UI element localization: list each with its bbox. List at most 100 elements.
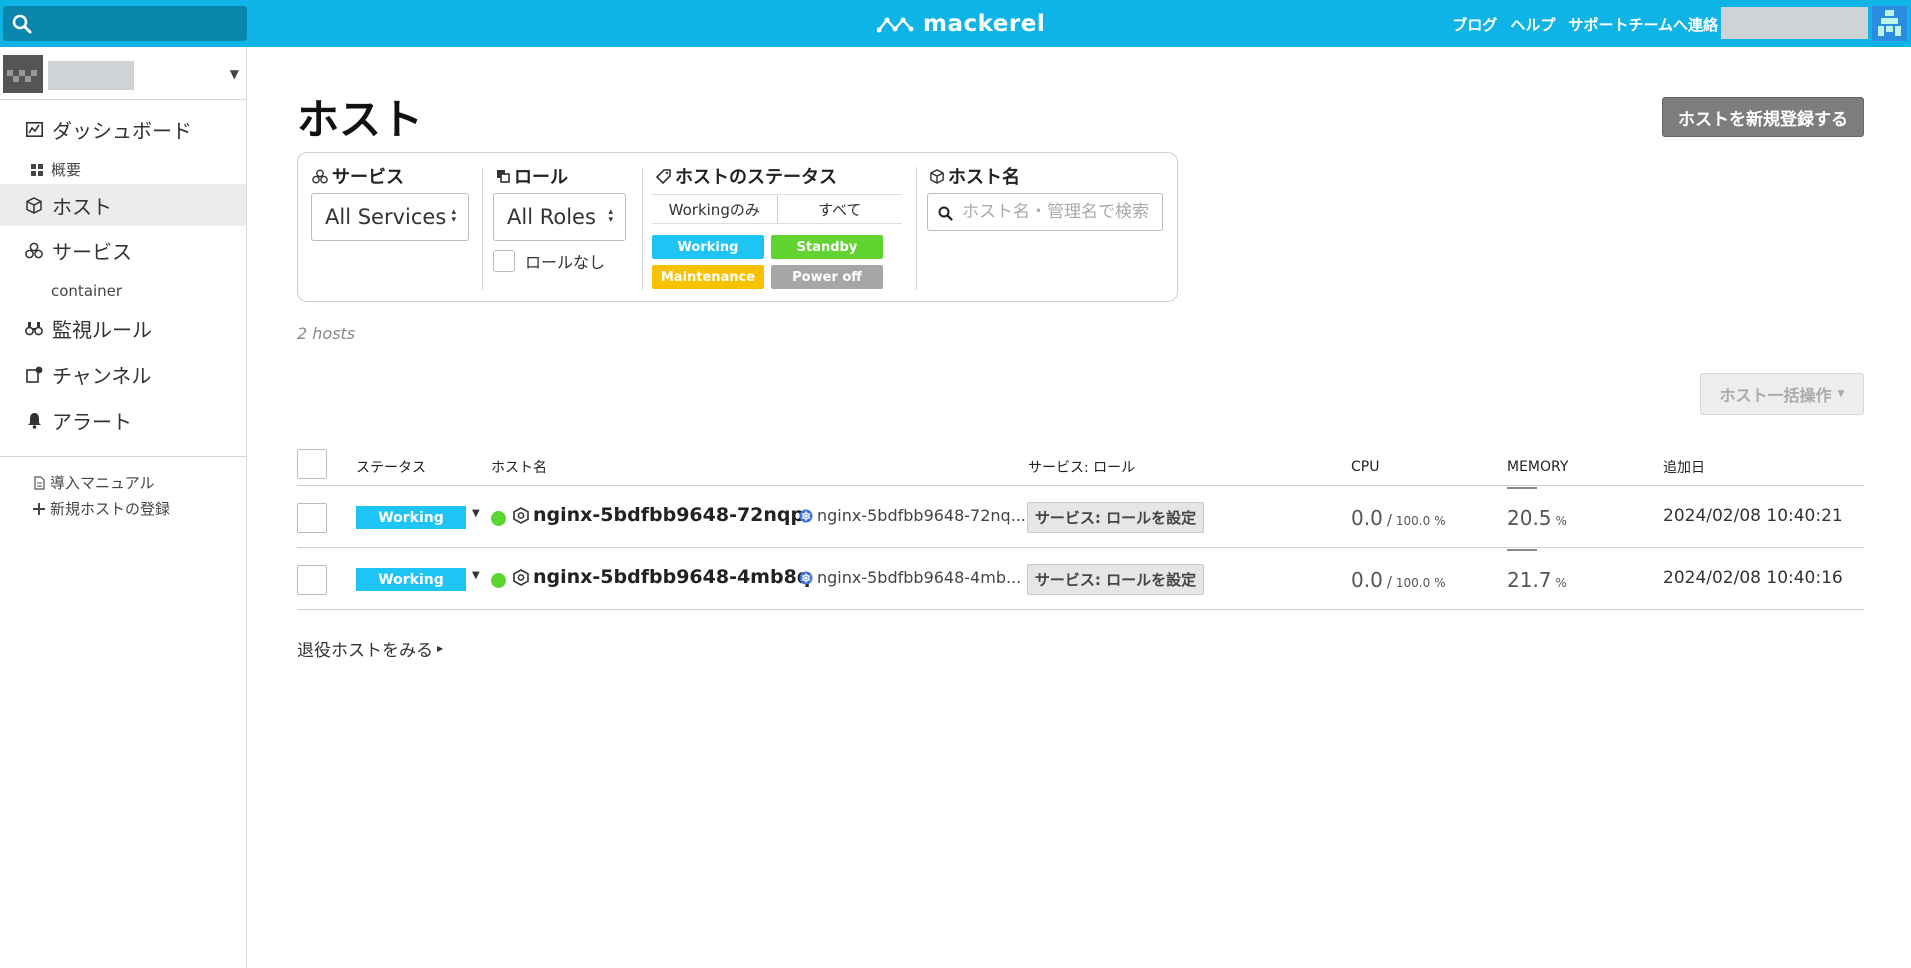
logo-mark-icon bbox=[877, 17, 914, 32]
hexagon-icon bbox=[513, 506, 529, 524]
host-alias: nginx-5bdfbb9648-72nq... bbox=[799, 506, 1026, 525]
caret-down-icon: ▼ bbox=[229, 67, 239, 81]
no-role-checkbox[interactable] bbox=[493, 250, 515, 272]
link-label: 新規ホストの登録 bbox=[50, 500, 171, 518]
sidebar-item-monitors[interactable]: 監視ルール bbox=[0, 307, 246, 349]
sidebar-item-overview[interactable]: 概要 bbox=[31, 159, 81, 180]
sidebar-item-label: ホスト bbox=[52, 194, 112, 219]
service-filter-label: サービス bbox=[332, 167, 404, 188]
blog-link[interactable]: ブログ bbox=[1452, 14, 1497, 35]
retired-hosts-label: 退役ホストをみる bbox=[297, 641, 433, 661]
no-role-option[interactable]: ロールなし bbox=[493, 249, 605, 273]
kubernetes-icon bbox=[799, 571, 813, 584]
grid-icon bbox=[29, 163, 45, 176]
header-service-role[interactable]: サービス: ロール bbox=[1028, 448, 1135, 486]
memory-usage: 20.5 % bbox=[1507, 506, 1567, 530]
service-filter-heading: サービス bbox=[312, 163, 404, 189]
header-added[interactable]: 追加日 bbox=[1663, 448, 1705, 486]
header-status[interactable]: ステータス bbox=[356, 448, 426, 486]
service-select[interactable]: All Services ▴ ▾ bbox=[311, 193, 469, 241]
services-icon bbox=[312, 169, 328, 183]
set-service-role-button[interactable]: サービス: ロールを設定 bbox=[1027, 502, 1204, 533]
header-cpu[interactable]: CPU bbox=[1351, 448, 1379, 486]
help-link[interactable]: ヘルプ bbox=[1510, 14, 1555, 35]
cube-icon bbox=[930, 168, 944, 184]
host-search-input[interactable] bbox=[962, 199, 1158, 225]
cpu-unit: % bbox=[1434, 514, 1446, 528]
header-memory[interactable]: MEMORY bbox=[1507, 448, 1568, 486]
chart-icon bbox=[24, 121, 44, 137]
cpu-usage: 0.0 / 100.0 % bbox=[1351, 506, 1446, 530]
sidebar-item-label: サービス bbox=[52, 239, 132, 264]
divider bbox=[0, 99, 247, 100]
sidebar-item-label: チャンネル bbox=[52, 363, 152, 388]
status-tag-working[interactable]: Working bbox=[652, 235, 764, 259]
host-name-filter-heading: ホスト名 bbox=[930, 163, 1020, 189]
sidebar-item-label: アラート bbox=[52, 409, 132, 434]
support-link[interactable]: サポートチームへ連絡 bbox=[1568, 14, 1718, 35]
host-name-link[interactable]: nginx-5bdfbb9648-72nqp bbox=[513, 504, 804, 526]
bulk-operations-button[interactable]: ホスト一括操作 ▼ bbox=[1700, 373, 1864, 415]
service-select-value: All Services bbox=[325, 205, 447, 229]
role-select[interactable]: All Roles ▴ ▾ bbox=[493, 193, 626, 241]
status-filter: ホストのステータス Workingのみ すべて Working Standby … bbox=[642, 153, 904, 301]
no-role-label: ロールなし bbox=[525, 253, 606, 272]
select-all-checkbox[interactable] bbox=[297, 449, 327, 479]
avatar[interactable] bbox=[1872, 6, 1907, 41]
new-host-button[interactable]: ホストを新規登録する bbox=[1662, 97, 1864, 137]
table-row: Working ▼ nginx-5bdfbb9648-4mb8q nginx-5… bbox=[297, 549, 1864, 610]
select-arrows-icon: ▴ ▾ bbox=[608, 207, 613, 225]
status-tag-standby[interactable]: Standby bbox=[771, 235, 883, 259]
caret-right-icon: ▶ bbox=[437, 644, 444, 653]
user-menu[interactable] bbox=[1721, 7, 1868, 39]
cpu-max: 100.0 bbox=[1395, 514, 1431, 528]
status-tag-maintenance[interactable]: Maintenance bbox=[652, 265, 764, 289]
memory-value: 21.7 bbox=[1507, 568, 1552, 592]
row-checkbox[interactable] bbox=[297, 503, 327, 533]
retired-hosts-link[interactable]: 退役ホストをみる ▶ bbox=[297, 636, 443, 661]
channel-icon bbox=[24, 366, 44, 383]
status-badge[interactable]: Working bbox=[356, 506, 466, 529]
sidebar-item-hosts[interactable]: ホスト bbox=[0, 184, 246, 226]
row-checkbox[interactable] bbox=[297, 565, 327, 595]
status-caret-icon[interactable]: ▼ bbox=[472, 508, 480, 519]
host-name-text: nginx-5bdfbb9648-72nqp bbox=[533, 504, 805, 526]
status-filter-heading: ホストのステータス bbox=[656, 163, 837, 189]
filter-panel: サービス All Services ▴ ▾ ロール All Roles ▴ ▾ ロー… bbox=[297, 152, 1178, 302]
cpu-separator: / bbox=[1386, 511, 1392, 529]
status-tag-power-off[interactable]: Power off bbox=[771, 265, 883, 289]
host-name-link[interactable]: nginx-5bdfbb9648-4mb8q bbox=[513, 566, 810, 588]
role-filter-label: ロール bbox=[514, 167, 568, 188]
status-caret-icon[interactable]: ▼ bbox=[472, 570, 480, 581]
register-host-link[interactable]: 新規ホストの登録 bbox=[32, 498, 170, 519]
setup-manual-link[interactable]: 導入マニュアル bbox=[32, 472, 155, 493]
status-badge[interactable]: Working bbox=[356, 568, 466, 591]
search-icon bbox=[12, 14, 32, 34]
services-icon bbox=[24, 242, 44, 259]
host-table-header: ステータス ホスト名 サービス: ロール CPU MEMORY 追加日 bbox=[297, 448, 1864, 486]
global-search-button[interactable] bbox=[3, 6, 247, 41]
role-filter: ロール All Roles ▴ ▾ ロールなし bbox=[482, 153, 642, 301]
sidebar-item-alerts[interactable]: アラート bbox=[0, 399, 246, 441]
segment-working-only[interactable]: Workingのみ bbox=[652, 195, 777, 223]
hexagon-icon bbox=[513, 568, 529, 586]
bulk-operations-label: ホスト一括操作 bbox=[1719, 386, 1832, 405]
sidebar-item-services[interactable]: サービス bbox=[0, 229, 246, 271]
segment-all[interactable]: すべて bbox=[776, 195, 903, 223]
divider bbox=[0, 456, 246, 457]
added-date: 2024/02/08 10:40:21 bbox=[1663, 506, 1843, 526]
sidebar-item-container[interactable]: container bbox=[51, 282, 122, 300]
cube-icon bbox=[24, 196, 44, 214]
memory-usage: 21.7 % bbox=[1507, 568, 1567, 592]
sidebar-item-dashboard[interactable]: ダッシュボード bbox=[0, 108, 246, 150]
header-host-name[interactable]: ホスト名 bbox=[491, 448, 547, 486]
host-count: 2 hosts bbox=[297, 324, 356, 343]
host-alias-text: nginx-5bdfbb9648-4mb... bbox=[817, 568, 1022, 587]
top-links: ブログ ヘルプ サポートチームへ連絡 bbox=[1452, 14, 1718, 35]
set-service-role-button[interactable]: サービス: ロールを設定 bbox=[1027, 564, 1204, 595]
cpu-value: 0.0 bbox=[1351, 506, 1383, 530]
mackerel-logo[interactable]: mackerel bbox=[877, 10, 1045, 37]
sidebar-item-channels[interactable]: チャンネル bbox=[0, 353, 246, 395]
organization-switcher[interactable]: ▼ bbox=[3, 55, 243, 95]
memory-bar bbox=[1507, 487, 1537, 489]
